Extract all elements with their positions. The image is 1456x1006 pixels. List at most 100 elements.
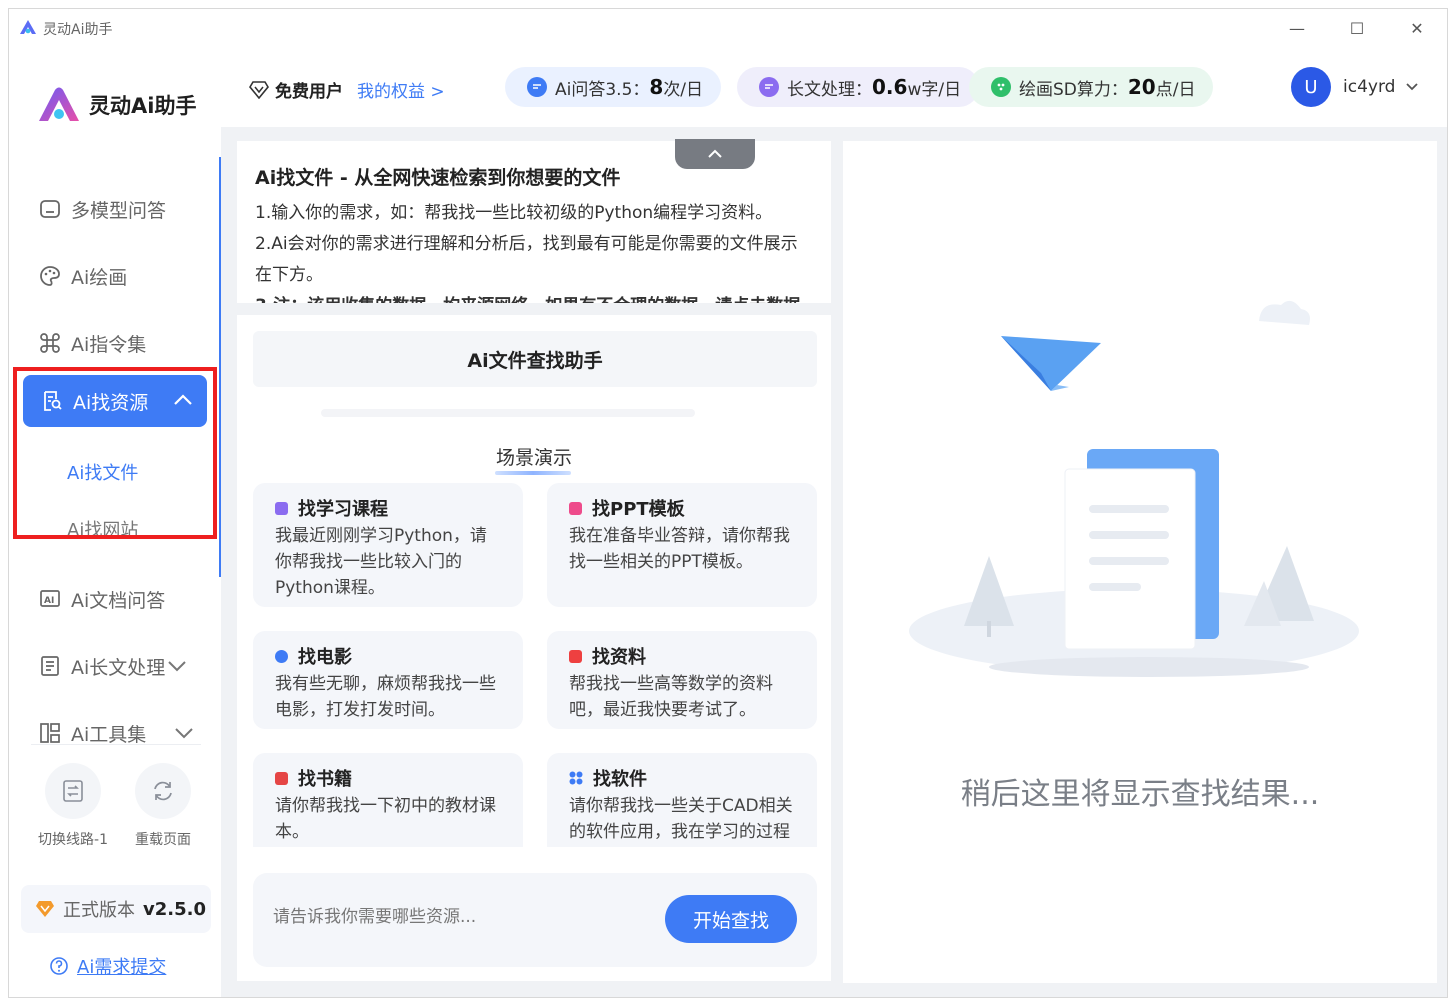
quota-long-text: 长文处理： 0.6 w字/日 [737, 67, 980, 107]
scene-card-movie[interactable]: 找电影 我有些无聊，麻烦帮我找一些电影，打发打发时间。 [253, 631, 523, 729]
chevron-down-icon [175, 728, 193, 739]
version-badge: 正式版本 v2.5.0 [21, 885, 211, 933]
nav-label: Ai指令集 [71, 333, 147, 356]
chat-dot-icon [527, 77, 547, 97]
card-title: 找资料 [592, 647, 646, 668]
maximize-button[interactable]: ☐ [1337, 15, 1377, 41]
quota-chat35: Ai问答3.5： 8 次/日 [505, 67, 722, 107]
title-bar: 灵动Ai助手 — ☐ ✕ [9, 9, 1447, 47]
user-menu[interactable]: ic4yrd [1343, 77, 1419, 97]
intro-line: 3.注：该用收集的数据，均来源网络，如果有不合理的数据，请点击数据 [255, 291, 813, 303]
brand-logo: 灵动Ai助手 [37, 87, 196, 123]
brand-logo-icon [39, 87, 79, 121]
start-search-button[interactable]: 开始查找 [665, 895, 797, 943]
palette-dot-icon [991, 77, 1011, 97]
nav-ai-drawing[interactable]: Ai绘画 [39, 258, 127, 294]
left-panel: Ai找文件 - 从全网快速检索到你想要的文件 1.输入你的需求，如：帮我找一些比… [237, 139, 831, 981]
nav-label: Ai文档问答 [71, 589, 166, 612]
assistant-panel: Ai文件查找助手 场景演示 找学习课程 我最近刚刚学习Python，请你帮我找一… [237, 315, 831, 981]
scene-title: 场景演示 [495, 447, 572, 469]
version-label: 正式版本 [63, 900, 135, 921]
reload-icon [135, 763, 191, 819]
card-desc: 请你帮我找一下初中的教材课本。 [275, 796, 496, 842]
assistant-title: Ai文件查找助手 [253, 331, 817, 387]
nav-multi-model-chat[interactable]: 多模型问答 [39, 191, 166, 227]
close-button[interactable]: ✕ [1397, 15, 1437, 41]
help-circle-icon [50, 957, 68, 975]
feedback-link[interactable]: Ai需求提交 [49, 953, 166, 979]
window-title: 灵动Ai助手 [43, 22, 113, 38]
card-title: 找软件 [593, 769, 647, 790]
quota-unit: 点/日 [1155, 79, 1196, 100]
user-type-label: 免费用户 [275, 82, 343, 102]
highlight-box [13, 367, 217, 539]
scene-card-books[interactable]: 找书籍 请你帮我找一下初中的教材课本。 [253, 753, 523, 847]
diamond-icon [36, 901, 54, 917]
resource-search-input[interactable] [273, 907, 653, 927]
quota-label: 绘画SD算力： [1019, 79, 1128, 100]
version-number: v2.5.0 [143, 898, 206, 920]
scene-card-materials[interactable]: 找资料 帮我找一些高等数学的资料吧，最近我快要考试了。 [547, 631, 817, 729]
book-icon [275, 771, 288, 785]
movie-icon [275, 649, 288, 663]
scene-card-ppt[interactable]: 找PPT模板 我在准备毕业答辩，请你帮我找一些相关的PPT模板。 [547, 483, 817, 607]
card-desc: 请你帮我找一些关于CAD相关的软件应用，我在学习的过程中 [569, 796, 793, 842]
materials-icon [569, 649, 582, 663]
quota-label: Ai问答3.5： [555, 79, 650, 100]
grid-apps-icon [569, 771, 583, 785]
switch-route-button[interactable]: 切换线路-1 [33, 763, 113, 849]
app-window: 灵动Ai助手 — ☐ ✕ 灵动Ai助手 多模型问答 Ai绘画 Ai指令集 Ai找… [8, 8, 1448, 998]
ppt-icon [569, 501, 582, 515]
intro-line: 1.输入你的需求，如：帮我找一些比较初级的Python编程学习资料。 [255, 203, 773, 223]
avatar[interactable]: U [1291, 67, 1331, 107]
empty-results-illustration [909, 300, 1359, 677]
feedback-label: Ai需求提交 [77, 957, 167, 978]
quota-label: 长文处理： [787, 79, 872, 100]
svg-text:AI: AI [44, 596, 54, 606]
nav-ai-commands[interactable]: Ai指令集 [39, 325, 146, 361]
quota-sd-power: 绘画SD算力： 20 点/日 [969, 67, 1214, 107]
reload-page-label: 重载页面 [135, 832, 191, 848]
my-rights-link[interactable]: 我的权益 > [357, 77, 445, 102]
doc-ai-icon: AI [39, 588, 61, 610]
quota-unit: w字/日 [907, 79, 962, 100]
nav-label: Ai绘画 [71, 266, 128, 289]
nav-label: 多模型问答 [71, 199, 167, 222]
scene-underline [495, 471, 571, 475]
chat-bubble-icon [39, 198, 61, 220]
card-title: 找书籍 [298, 769, 352, 790]
nav-ai-tools[interactable]: Ai工具集 [39, 715, 194, 751]
nav-label: Ai工具集 [71, 723, 147, 746]
card-desc: 我最近刚刚学习Python，请你帮我找一些比较入门的Python课程。 [275, 526, 487, 598]
long-text-dot-icon [759, 77, 779, 97]
quota-value: 20 [1127, 75, 1156, 99]
sidebar: 灵动Ai助手 多模型问答 Ai绘画 Ai指令集 Ai找资源 Ai找文件 Ai找网… [9, 47, 222, 997]
reload-page-button[interactable]: 重载页面 [123, 763, 203, 849]
card-desc: 我在准备毕业答辩，请你帮我找一些相关的PPT模板。 [569, 526, 790, 572]
main-content: Ai找文件 - 从全网快速检索到你想要的文件 1.输入你的需求，如：帮我找一些比… [221, 127, 1447, 997]
card-title: 找电影 [298, 647, 352, 668]
chevron-up-icon [708, 149, 722, 158]
brand-name: 灵动Ai助手 [89, 94, 197, 118]
collapse-intro-button[interactable] [675, 139, 755, 169]
quota-value: 0.6 [872, 75, 908, 99]
scene-card-course[interactable]: 找学习课程 我最近刚刚学习Python，请你帮我找一些比较入门的Python课程… [253, 483, 523, 607]
card-title: 找PPT模板 [592, 499, 685, 520]
nav-ai-doc-qa[interactable]: AI Ai文档问答 [39, 581, 165, 617]
username: ic4yrd [1343, 77, 1396, 97]
nav-ai-long-text[interactable]: Ai长文处理 [39, 648, 187, 684]
card-title: 找学习课程 [298, 499, 388, 520]
top-header: 免费用户 我的权益 > Ai问答3.5： 8 次/日 长文处理： 0.6 w字/… [221, 47, 1447, 127]
scene-card-software[interactable]: 找软件 请你帮我找一些关于CAD相关的软件应用，我在学习的过程中 [547, 753, 817, 847]
quota-value: 8 [649, 75, 664, 99]
palette-icon [39, 265, 61, 287]
sidebar-divider [31, 744, 201, 745]
nav-label: Ai长文处理 [71, 656, 166, 679]
scene-cards[interactable]: 找学习课程 我最近刚刚学习Python，请你帮我找一些比较入门的Python课程… [253, 483, 817, 847]
course-icon [275, 501, 288, 515]
empty-results-text: 稍后这里将显示查找结果... [960, 777, 1320, 812]
diamond-outline-icon [249, 80, 269, 99]
user-type: 免费用户 [249, 77, 343, 102]
tools-grid-icon [39, 722, 61, 744]
minimize-button[interactable]: — [1277, 15, 1317, 41]
